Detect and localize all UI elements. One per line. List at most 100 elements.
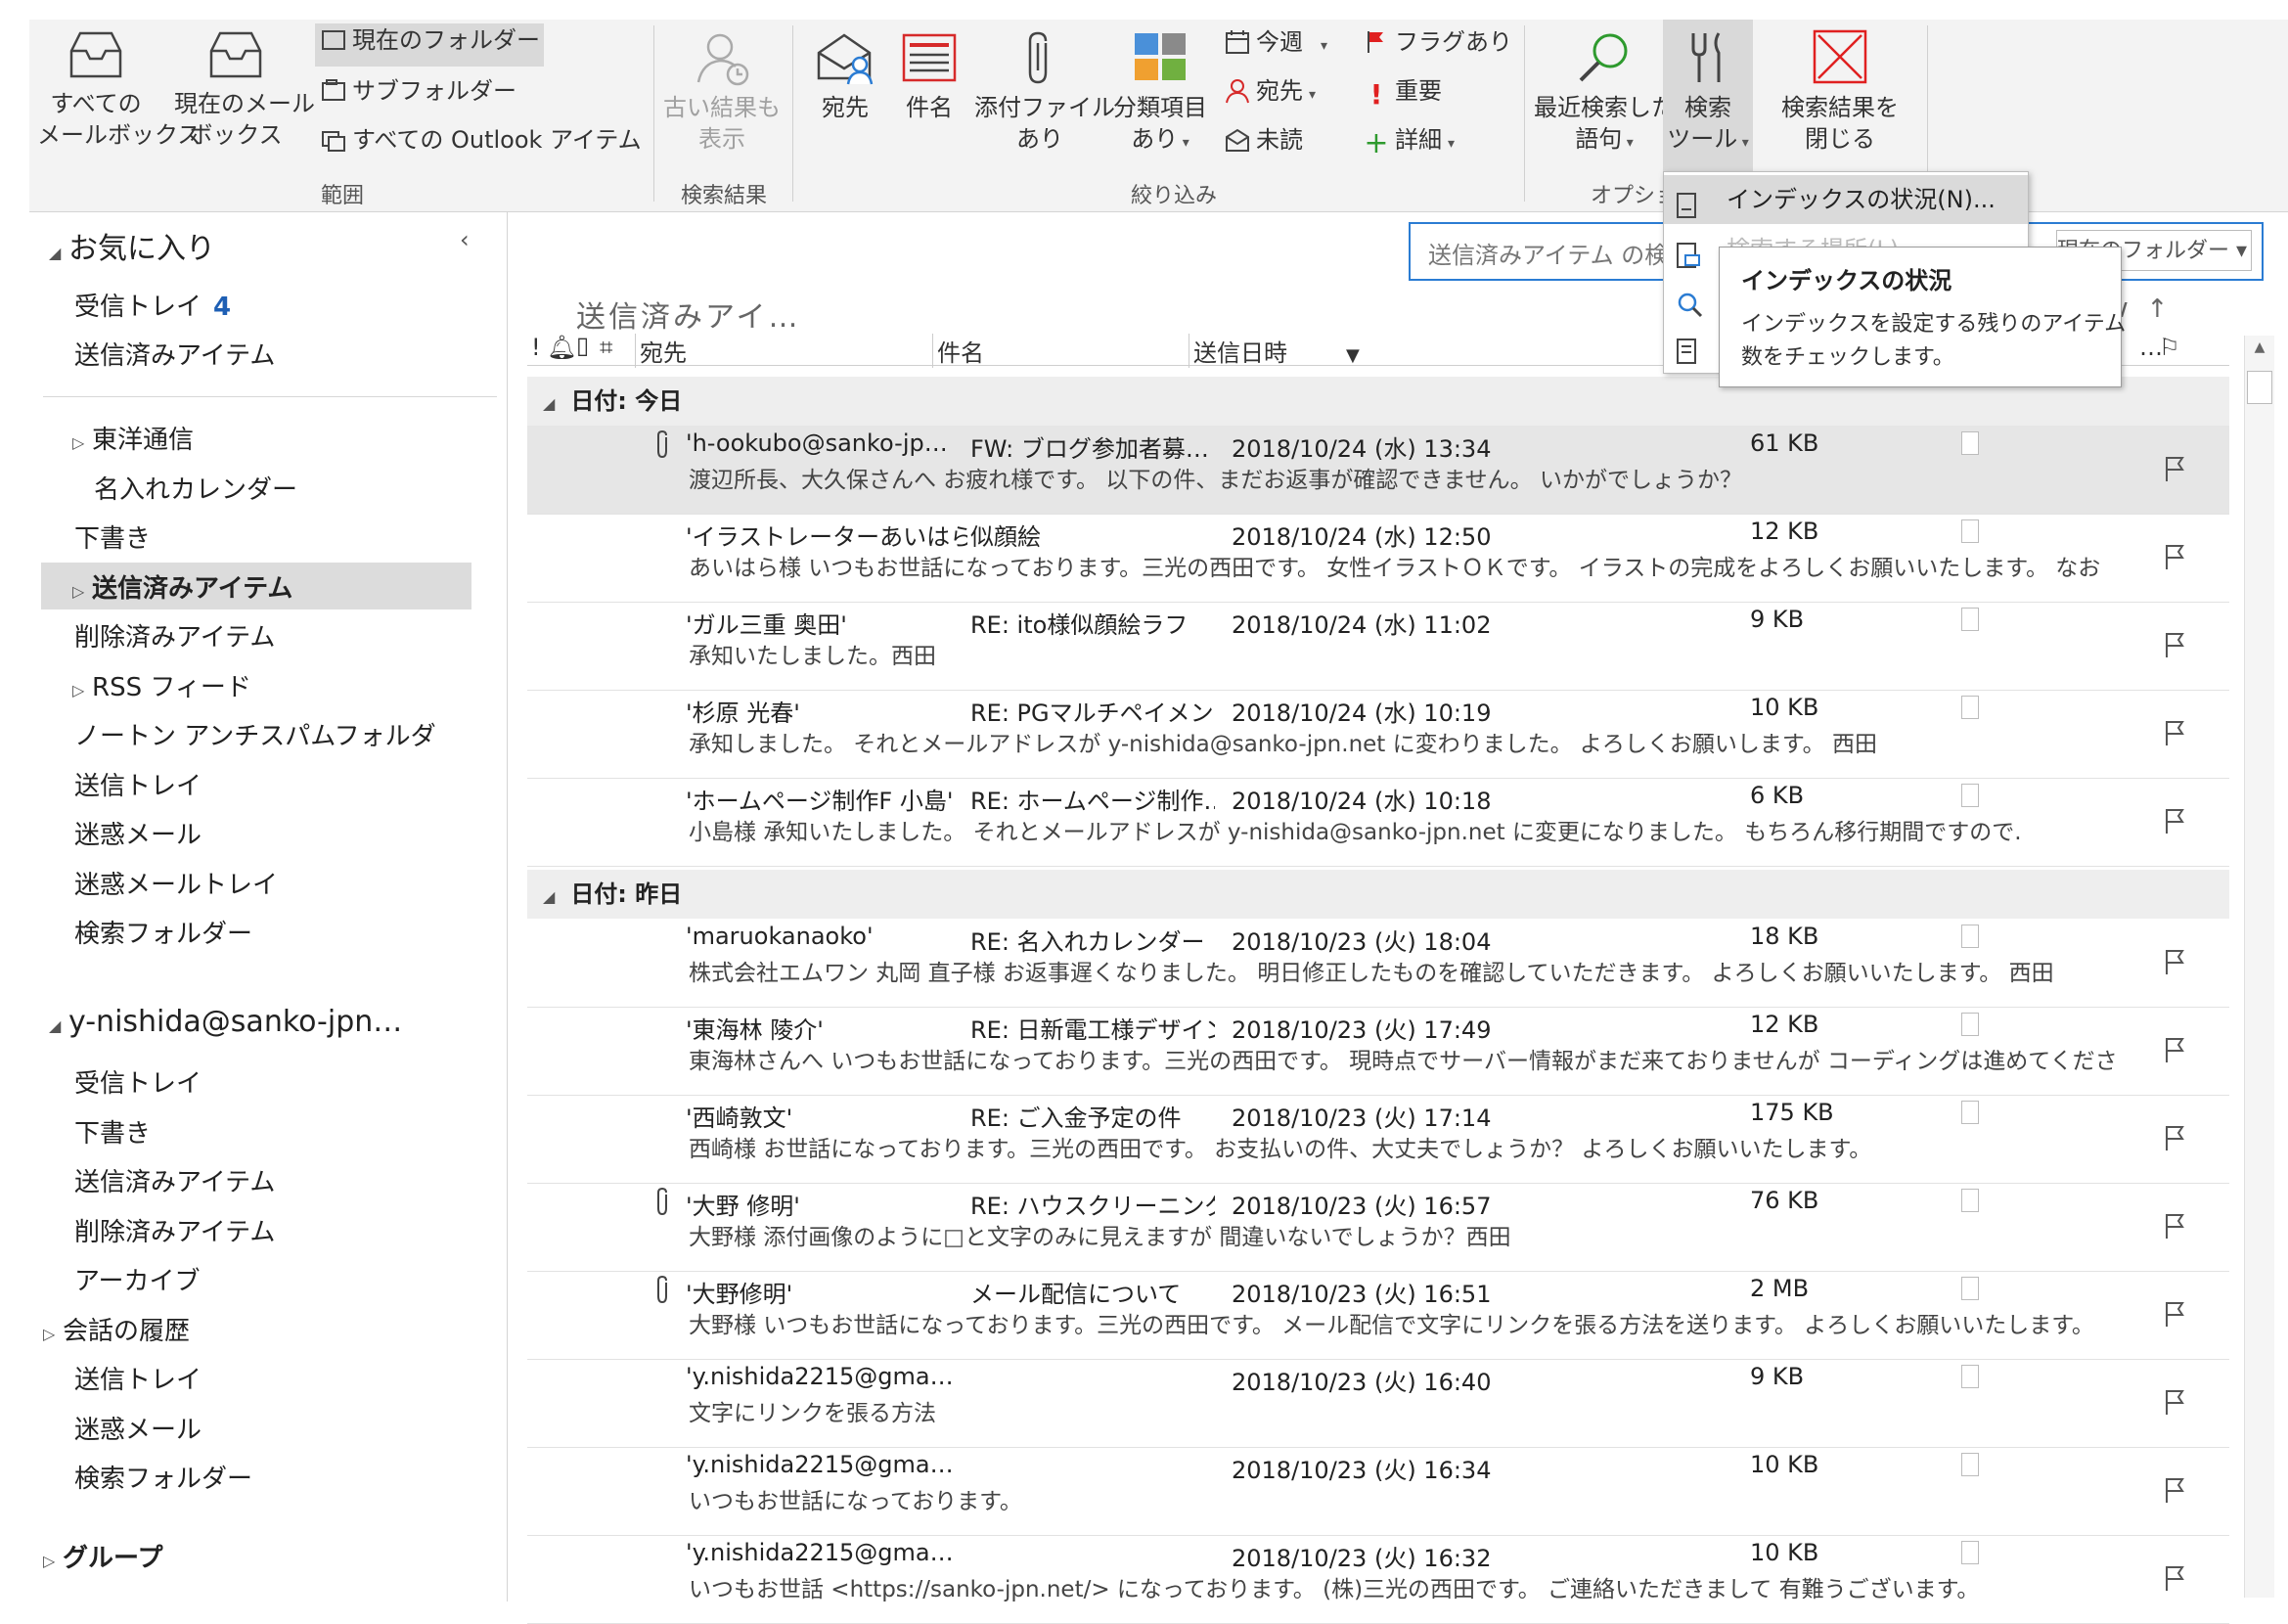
to-column[interactable]: 宛先 bbox=[635, 334, 687, 368]
message-row[interactable]: '東海林 陵介' RE: 日新電工様デザイン 2018/10/23 (火) 17:4… bbox=[527, 1007, 2229, 1096]
folder-item[interactable]: 送信トレイ bbox=[74, 766, 202, 802]
close-search-button[interactable]: 検索結果を 閉じる bbox=[1767, 29, 1913, 155]
account-folder-item[interactable]: 送信済みアイテム bbox=[74, 1162, 275, 1198]
flag-icon[interactable] bbox=[2163, 1212, 2186, 1243]
icon-column[interactable]: ▯ bbox=[576, 332, 589, 359]
reminder-column-icon[interactable]: 🔔︎ bbox=[547, 334, 576, 361]
category-box[interactable] bbox=[1961, 1365, 1979, 1388]
folder-item[interactable]: 迷惑メール bbox=[74, 815, 202, 851]
account-folder-item[interactable]: アーカイブ bbox=[74, 1261, 200, 1297]
flag-icon[interactable] bbox=[2163, 948, 2186, 979]
category-box[interactable] bbox=[1961, 1277, 1979, 1300]
recent-searches-button[interactable]: 最近検索した 語句 ▾ bbox=[1524, 29, 1684, 158]
message-row[interactable]: 'y.nishida2215@gma… 2018/10/23 (火) 16:32 1… bbox=[527, 1535, 2229, 1624]
flag-icon[interactable] bbox=[2163, 1564, 2186, 1596]
favorite-sent-items[interactable]: 送信済みアイテム bbox=[74, 336, 275, 372]
message-row[interactable]: 'maruokanaoko' RE: 名入れカレンダー 2018/10/23 (火)… bbox=[527, 919, 2229, 1008]
account-folder-item[interactable]: 削除済みアイテム bbox=[74, 1212, 275, 1248]
all-outlook-items-button[interactable]: すべての Outlook アイテム bbox=[321, 123, 642, 157]
category-box[interactable] bbox=[1961, 1541, 1979, 1564]
category-box[interactable] bbox=[1961, 784, 1979, 807]
include-older-results-button[interactable]: 古い結果も 表示 bbox=[663, 29, 781, 155]
flag-icon[interactable] bbox=[2163, 1036, 2186, 1067]
current-folder-button[interactable]: 現在のフォルダー bbox=[315, 23, 544, 67]
scroll-thumb[interactable] bbox=[2247, 371, 2272, 404]
flag-icon[interactable] bbox=[2163, 1388, 2186, 1420]
message-row[interactable]: '西崎敦文' RE: ご入金予定の件 2018/10/23 (火) 17:14 175… bbox=[527, 1095, 2229, 1184]
flag-icon[interactable] bbox=[2163, 543, 2186, 574]
flagged-button[interactable]: フラグあり bbox=[1364, 25, 1512, 59]
category-box[interactable] bbox=[1961, 1101, 1979, 1124]
flag-icon[interactable] bbox=[2163, 719, 2186, 750]
importance-column[interactable]: ! bbox=[531, 334, 541, 361]
folder-item[interactable]: ノートン アンチスパムフォルダ bbox=[74, 716, 436, 752]
collapse-pane-icon[interactable]: ‹ bbox=[460, 226, 470, 253]
current-mailbox-button[interactable]: 現在のメール ボックス bbox=[174, 29, 315, 151]
sent-to-button[interactable]: 宛先 ▾ bbox=[1225, 74, 1316, 112]
subject-column[interactable]: 件名 bbox=[932, 334, 984, 368]
refine-attachments-button[interactable]: 添付ファイル あり bbox=[974, 29, 1115, 155]
account-folder-item[interactable]: 送信トレイ bbox=[74, 1360, 202, 1396]
message-row[interactable]: 'h-ookubo@sanko-jp… FW: ブログ参加者募… 2018/10/2… bbox=[527, 426, 2229, 515]
account-header[interactable]: ◢ y-nishida@sanko-jpn… bbox=[49, 1005, 402, 1039]
category-box[interactable] bbox=[1961, 696, 1979, 719]
category-box[interactable] bbox=[1961, 1013, 1979, 1036]
date-group-header[interactable]: ◢ 日付: 昨日 bbox=[527, 870, 2229, 919]
vertical-scrollbar[interactable]: ▲ bbox=[2244, 336, 2274, 1598]
scroll-up-icon[interactable]: ▲ bbox=[2247, 339, 2272, 365]
account-folder-item[interactable]: 受信トレイ bbox=[74, 1063, 202, 1100]
message-row[interactable]: '杉原 光春' RE: PGマルチペイメント… 2018/10/24 (水) 10:… bbox=[527, 690, 2229, 779]
message-row[interactable]: 'y.nishida2215@gma… 2018/10/23 (火) 16:40 9… bbox=[527, 1359, 2229, 1448]
category-box[interactable] bbox=[1961, 925, 1979, 948]
this-week-button[interactable]: 今週 ▾ bbox=[1225, 25, 1327, 63]
flag-icon[interactable] bbox=[2163, 631, 2186, 662]
flag-icon[interactable] bbox=[2163, 1124, 2186, 1155]
category-box[interactable] bbox=[1961, 431, 1979, 455]
sent-column[interactable]: 送信日時 ▼ bbox=[1189, 334, 1360, 368]
category-box[interactable] bbox=[1961, 1453, 1979, 1476]
flag-icon[interactable] bbox=[2163, 1476, 2186, 1508]
folder-item[interactable]: 名入れカレンダー bbox=[94, 470, 297, 506]
message-row[interactable]: 'ガル三重 奥田' RE: ito様似顔絵ラフ 2018/10/24 (水) 11:… bbox=[527, 602, 2229, 691]
important-button[interactable]: ! 重要 bbox=[1364, 74, 1442, 111]
search-tools-button[interactable]: 検索 ツール ▾ bbox=[1663, 20, 1753, 176]
message-row[interactable]: '大野修明' メール配信について 2018/10/23 (火) 16:51 2 MB 大… bbox=[527, 1271, 2229, 1360]
account-folder-item[interactable]: ▷ 会話の履歴 bbox=[43, 1311, 190, 1347]
search-input[interactable]: 送信済みアイテム の検索 bbox=[1428, 236, 1691, 270]
folder-item[interactable]: ▷ RSS フィード bbox=[72, 667, 251, 703]
index-status-menu-item[interactable]: インデックスの状況(N)... bbox=[1664, 175, 2028, 224]
refine-from-button[interactable]: 宛先 bbox=[807, 29, 883, 123]
refine-subject-button[interactable]: 件名 bbox=[894, 29, 965, 123]
message-row[interactable]: 'y.nishida2215@gma… 2018/10/23 (火) 16:34 1… bbox=[527, 1447, 2229, 1536]
flag-column-icon[interactable]: ⚐ bbox=[2159, 334, 2180, 361]
account-folder-item[interactable]: 迷惑メール bbox=[74, 1410, 202, 1446]
category-box[interactable] bbox=[1961, 608, 1979, 631]
more-button[interactable]: + 詳細 ▾ bbox=[1364, 123, 1455, 160]
folder-item[interactable]: 検索フォルダー bbox=[74, 914, 252, 950]
folder-item[interactable]: 迷惑メールトレイ bbox=[74, 865, 278, 901]
message-row[interactable]: 'ホームページ制作F 小島' RE: ホームページ制作… 2018/10/24 (水… bbox=[527, 778, 2229, 867]
all-mailboxes-button[interactable]: すべての メールボックス bbox=[37, 29, 201, 151]
folder-item[interactable]: ▷ 送信済みアイテム bbox=[72, 568, 292, 605]
folder-item[interactable]: 下書き bbox=[74, 519, 151, 555]
flag-icon[interactable] bbox=[2163, 1300, 2186, 1331]
folder-item[interactable]: 削除済みアイテム bbox=[74, 617, 275, 654]
folder-item[interactable]: ▷ 東洋通信 bbox=[72, 420, 194, 456]
category-box[interactable] bbox=[1961, 519, 1979, 543]
favorite-inbox[interactable]: 受信トレイ 4 bbox=[74, 287, 231, 323]
attachment-column-icon[interactable]: ⌗ bbox=[600, 334, 613, 361]
category-box[interactable] bbox=[1961, 1189, 1979, 1212]
favorites-header[interactable]: ◢ お気に入り bbox=[49, 224, 215, 267]
message-row[interactable]: 'イラストレーターあいはら… 似顔絵 2018/10/24 (水) 12:50 12 … bbox=[527, 514, 2229, 603]
refine-categorized-button[interactable]: 分類項目 あり ▾ bbox=[1105, 29, 1215, 158]
flag-icon[interactable] bbox=[2163, 807, 2186, 838]
message-to: 'ホームページ制作F 小島' bbox=[686, 788, 954, 815]
expand-icon: ▷ bbox=[72, 681, 85, 699]
groups-header[interactable]: ▷ グループ bbox=[43, 1538, 162, 1574]
subfolders-button[interactable]: サブフォルダー bbox=[321, 74, 516, 108]
unread-button[interactable]: 未読 bbox=[1225, 123, 1303, 157]
flag-icon[interactable] bbox=[2163, 455, 2186, 486]
account-folder-item[interactable]: 下書き bbox=[74, 1113, 151, 1150]
account-folder-item[interactable]: 検索フォルダー bbox=[74, 1459, 252, 1495]
message-row[interactable]: '大野 修明' RE: ハウスクリーニング… 2018/10/23 (火) 16:5… bbox=[527, 1183, 2229, 1272]
